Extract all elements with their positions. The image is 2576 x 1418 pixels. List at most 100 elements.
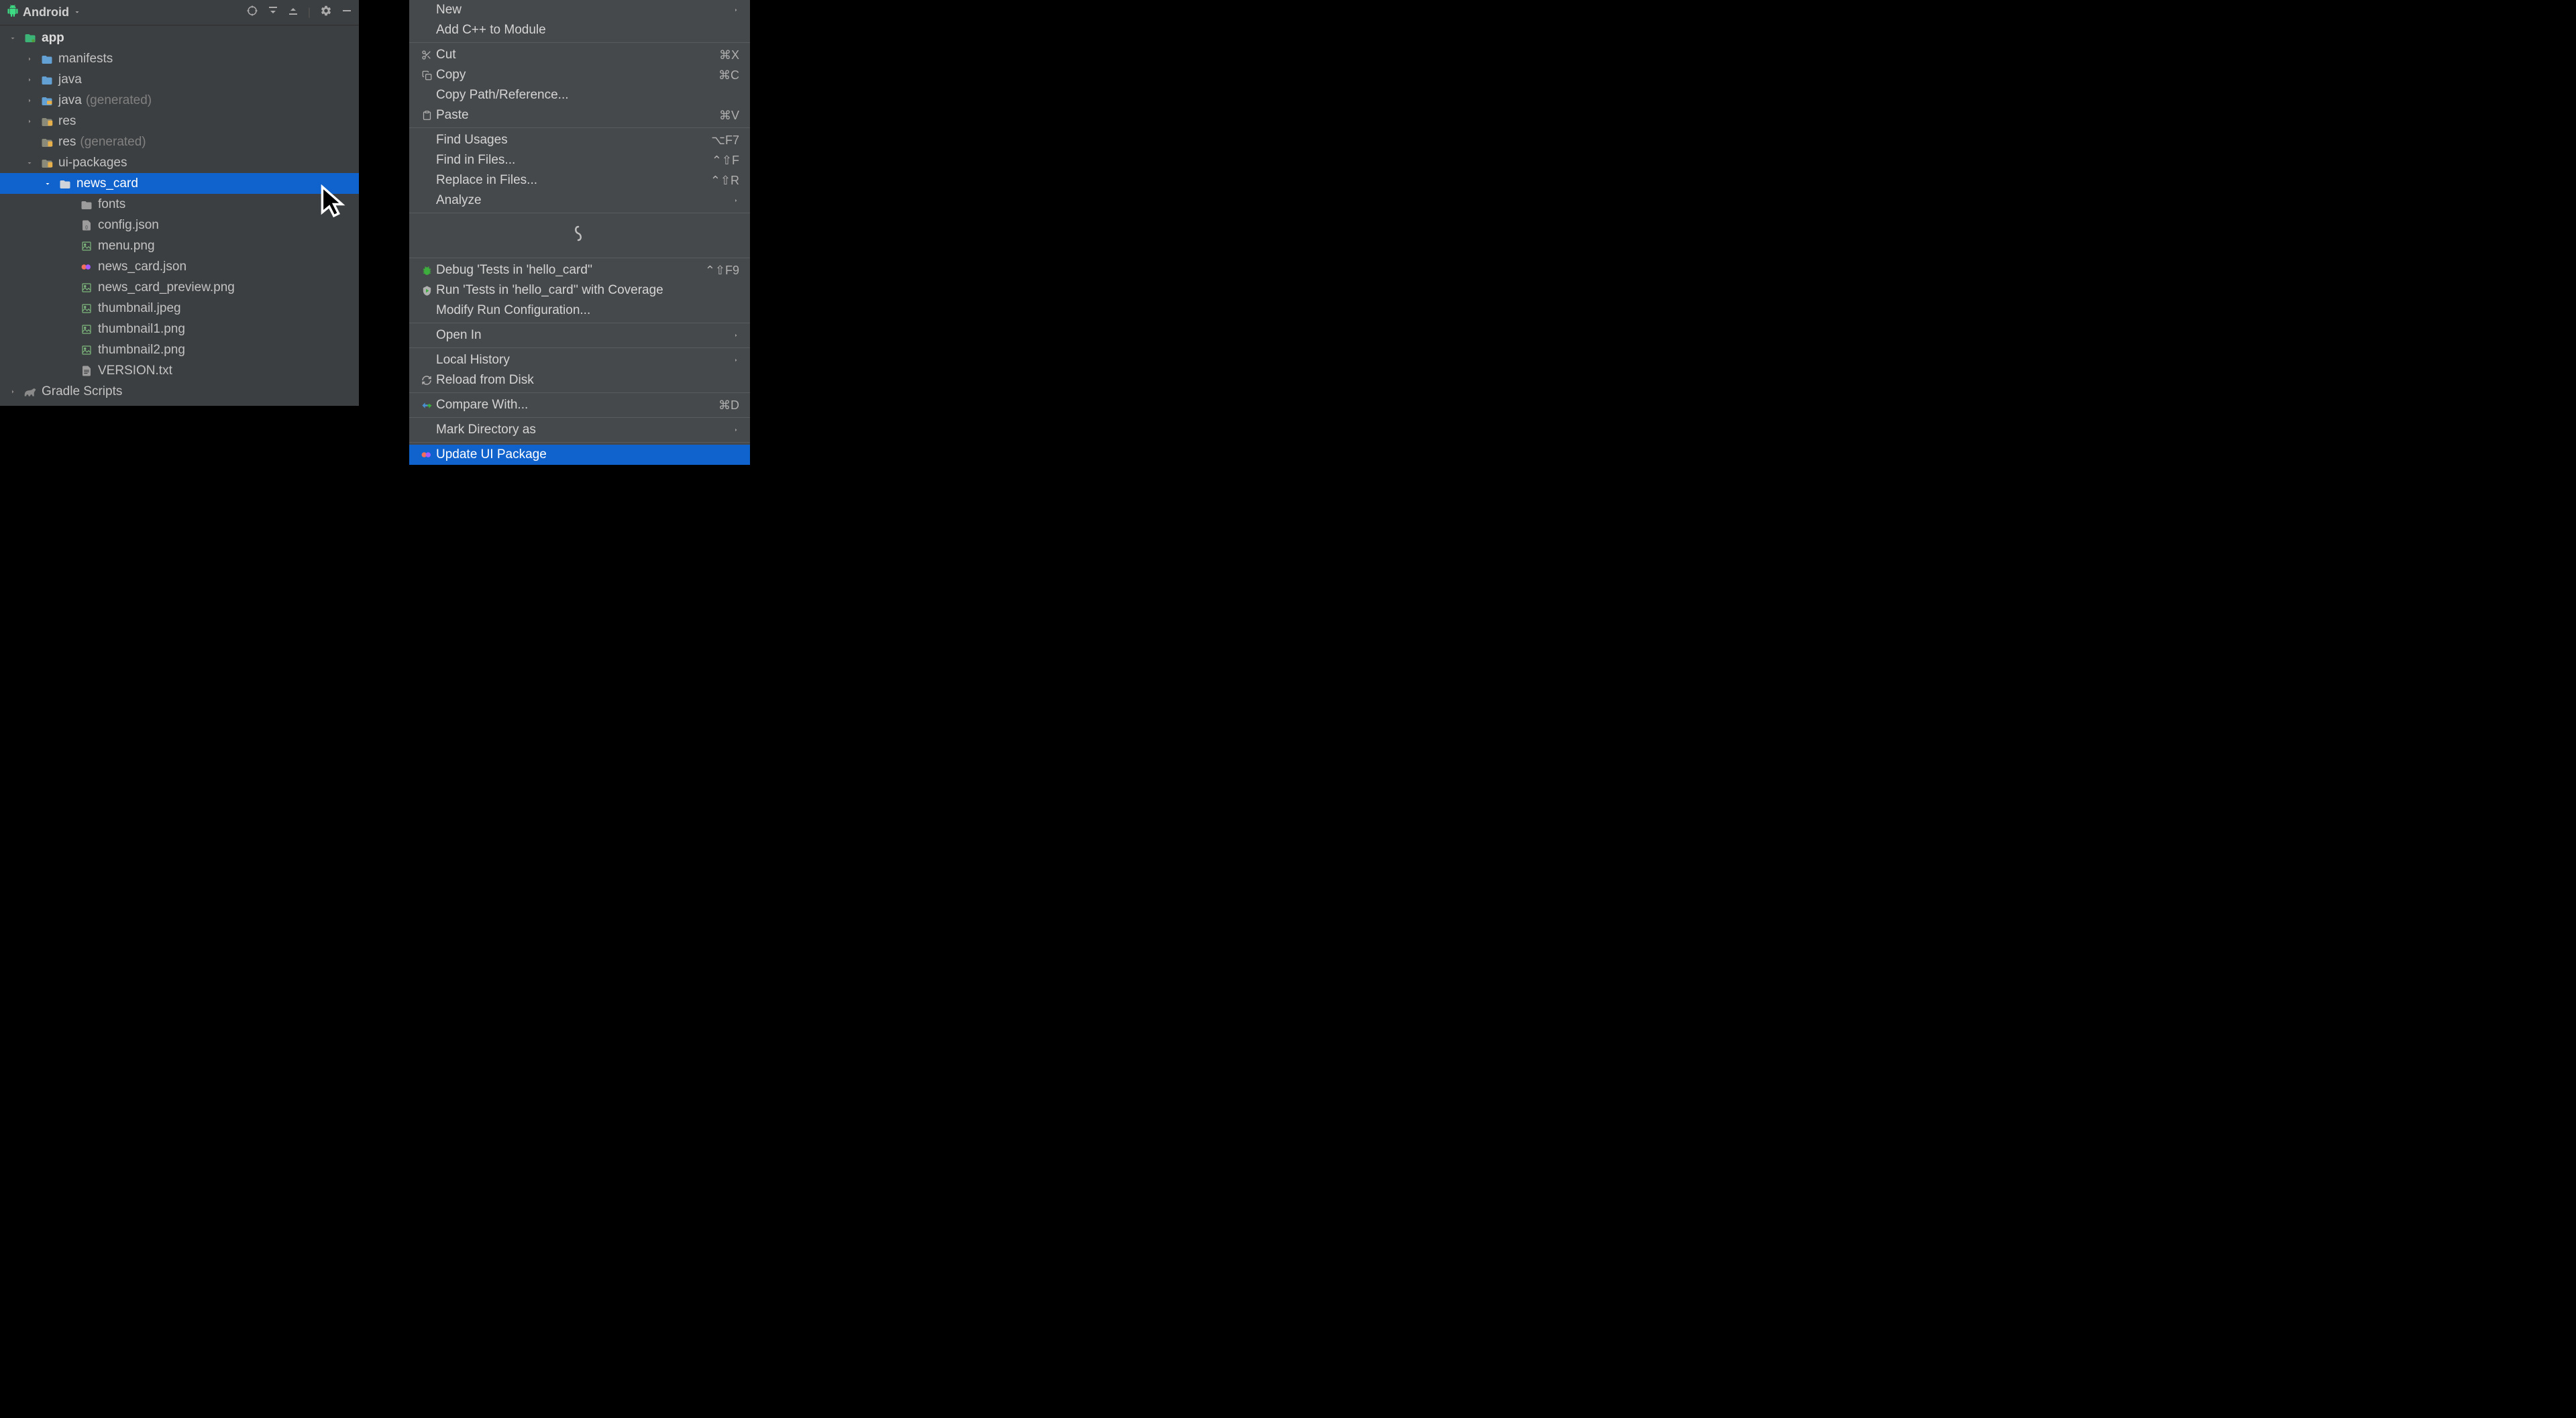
tree-label: thumbnail.jpeg (98, 301, 181, 316)
menu-label: Compare With... (436, 398, 718, 413)
menu-modify-run[interactable]: Modify Run Configuration... (409, 301, 750, 321)
tree-label: thumbnail2.png (98, 343, 185, 358)
tree-node-manifests[interactable]: manifests (0, 48, 359, 69)
folder-icon (79, 199, 94, 209)
tree-label: news_card (76, 176, 138, 191)
menu-label: Update UI Package (436, 447, 739, 462)
menu-separator (409, 442, 750, 443)
menu-new[interactable]: New (409, 0, 750, 20)
menu-separator (409, 417, 750, 418)
panel-toolbar: | (246, 5, 352, 20)
menu-run-coverage[interactable]: Run 'Tests in 'hello_card'' with Coverag… (409, 280, 750, 301)
tree-label-suffix: (generated) (80, 135, 146, 150)
menu-label: Cut (436, 48, 719, 62)
menu-open-in[interactable]: Open In (409, 325, 750, 345)
scissors-icon (417, 50, 436, 60)
tree-node-gradle-scripts[interactable]: Gradle Scripts (0, 381, 359, 402)
loading-spinner-icon (572, 224, 585, 247)
tree-label: res (58, 114, 76, 129)
tree-node-java-generated[interactable]: java (generated) (0, 90, 359, 111)
tree-node-app[interactable]: app (0, 28, 359, 48)
menu-paste[interactable]: Paste ⌘V (409, 105, 750, 125)
tree-node-res[interactable]: res (0, 111, 359, 131)
gear-icon[interactable] (320, 5, 332, 20)
menu-compare-with[interactable]: Compare With... ⌘D (409, 395, 750, 415)
menu-label: Reload from Disk (436, 373, 739, 388)
menu-copy-path[interactable]: Copy Path/Reference... (409, 85, 750, 105)
menu-add-cpp[interactable]: Add C++ to Module (409, 20, 750, 40)
tree-node-news-card-preview[interactable]: news_card_preview.png (0, 277, 359, 298)
menu-cut[interactable]: Cut ⌘X (409, 45, 750, 65)
chevron-right-icon (733, 328, 739, 343)
tree-label-suffix: (generated) (86, 93, 152, 108)
tree-node-fonts[interactable]: fonts (0, 194, 359, 215)
menu-label: New (436, 3, 733, 17)
tree-node-news-card-json[interactable]: news_card.json (0, 256, 359, 277)
figma-icon (417, 450, 436, 459)
module-icon (23, 32, 38, 44)
tree-label: ui-packages (58, 156, 127, 170)
chevron-right-icon (23, 97, 36, 105)
menu-replace-in-files[interactable]: Replace in Files... ⌃⇧R (409, 170, 750, 190)
svg-text:{}: {} (85, 225, 88, 229)
bug-icon (417, 265, 436, 276)
tree-node-ui-packages[interactable]: ui-packages (0, 152, 359, 173)
menu-label: Replace in Files... (436, 173, 710, 188)
tree-label: res (58, 135, 76, 150)
menu-separator (409, 347, 750, 348)
folder-icon (40, 74, 54, 85)
file-tree: app manifests java java (generated) res (0, 25, 359, 406)
menu-label: Find in Files... (436, 153, 712, 168)
menu-separator (409, 392, 750, 393)
tree-label: java (58, 72, 82, 87)
menu-find-in-files[interactable]: Find in Files... ⌃⇧F (409, 150, 750, 170)
tree-node-news-card[interactable]: news_card (0, 173, 359, 194)
chevron-down-icon (23, 159, 36, 167)
target-icon[interactable] (246, 5, 258, 20)
panel-view-selector[interactable]: Android (7, 5, 81, 20)
resource-folder-icon (40, 116, 54, 126)
tree-node-res-generated[interactable]: res (generated) (0, 131, 359, 152)
menu-label: Find Usages (436, 133, 711, 148)
menu-label: Paste (436, 108, 719, 123)
menu-debug-tests[interactable]: Debug 'Tests in 'hello_card'' ⌃⇧F9 (409, 260, 750, 280)
figma-file-icon (79, 262, 94, 272)
collapse-all-icon[interactable] (288, 5, 299, 19)
menu-loading (409, 215, 750, 256)
menu-mark-directory[interactable]: Mark Directory as (409, 420, 750, 440)
menu-copy[interactable]: Copy ⌘C (409, 65, 750, 85)
android-icon (7, 5, 19, 20)
image-file-icon (79, 303, 94, 315)
chevron-down-icon (73, 5, 81, 19)
menu-shortcut: ⌘V (719, 109, 739, 123)
tree-node-java[interactable]: java (0, 69, 359, 90)
tree-node-menu-png[interactable]: menu.png (0, 235, 359, 256)
shield-run-icon (417, 285, 436, 296)
tree-label: news_card_preview.png (98, 280, 235, 295)
menu-reload[interactable]: Reload from Disk (409, 370, 750, 390)
expand-all-icon[interactable] (268, 5, 278, 19)
chevron-right-icon (733, 353, 739, 368)
tree-node-thumbnail-jpeg[interactable]: thumbnail.jpeg (0, 298, 359, 319)
clipboard-icon (417, 110, 436, 121)
tree-node-thumbnail2[interactable]: thumbnail2.png (0, 339, 359, 360)
tree-node-config-json[interactable]: {} config.json (0, 215, 359, 235)
tree-node-version-txt[interactable]: VERSION.txt (0, 360, 359, 381)
menu-label: Open In (436, 328, 733, 343)
menu-shortcut: ⌘C (718, 68, 739, 83)
menu-update-ui-package[interactable]: Update UI Package (409, 445, 750, 465)
tree-node-thumbnail1[interactable]: thumbnail1.png (0, 319, 359, 339)
chevron-right-icon (733, 193, 739, 208)
image-file-icon (79, 282, 94, 294)
json-file-icon: {} (79, 219, 94, 231)
panel-title-text: Android (23, 5, 69, 19)
minimize-icon[interactable] (341, 5, 352, 19)
chevron-right-icon (23, 117, 36, 125)
menu-find-usages[interactable]: Find Usages ⌥F7 (409, 130, 750, 150)
tree-label: manifests (58, 52, 113, 66)
menu-analyze[interactable]: Analyze (409, 190, 750, 211)
compare-icon (417, 400, 436, 411)
menu-local-history[interactable]: Local History (409, 350, 750, 370)
menu-separator (409, 127, 750, 128)
tree-label: news_card.json (98, 260, 186, 274)
